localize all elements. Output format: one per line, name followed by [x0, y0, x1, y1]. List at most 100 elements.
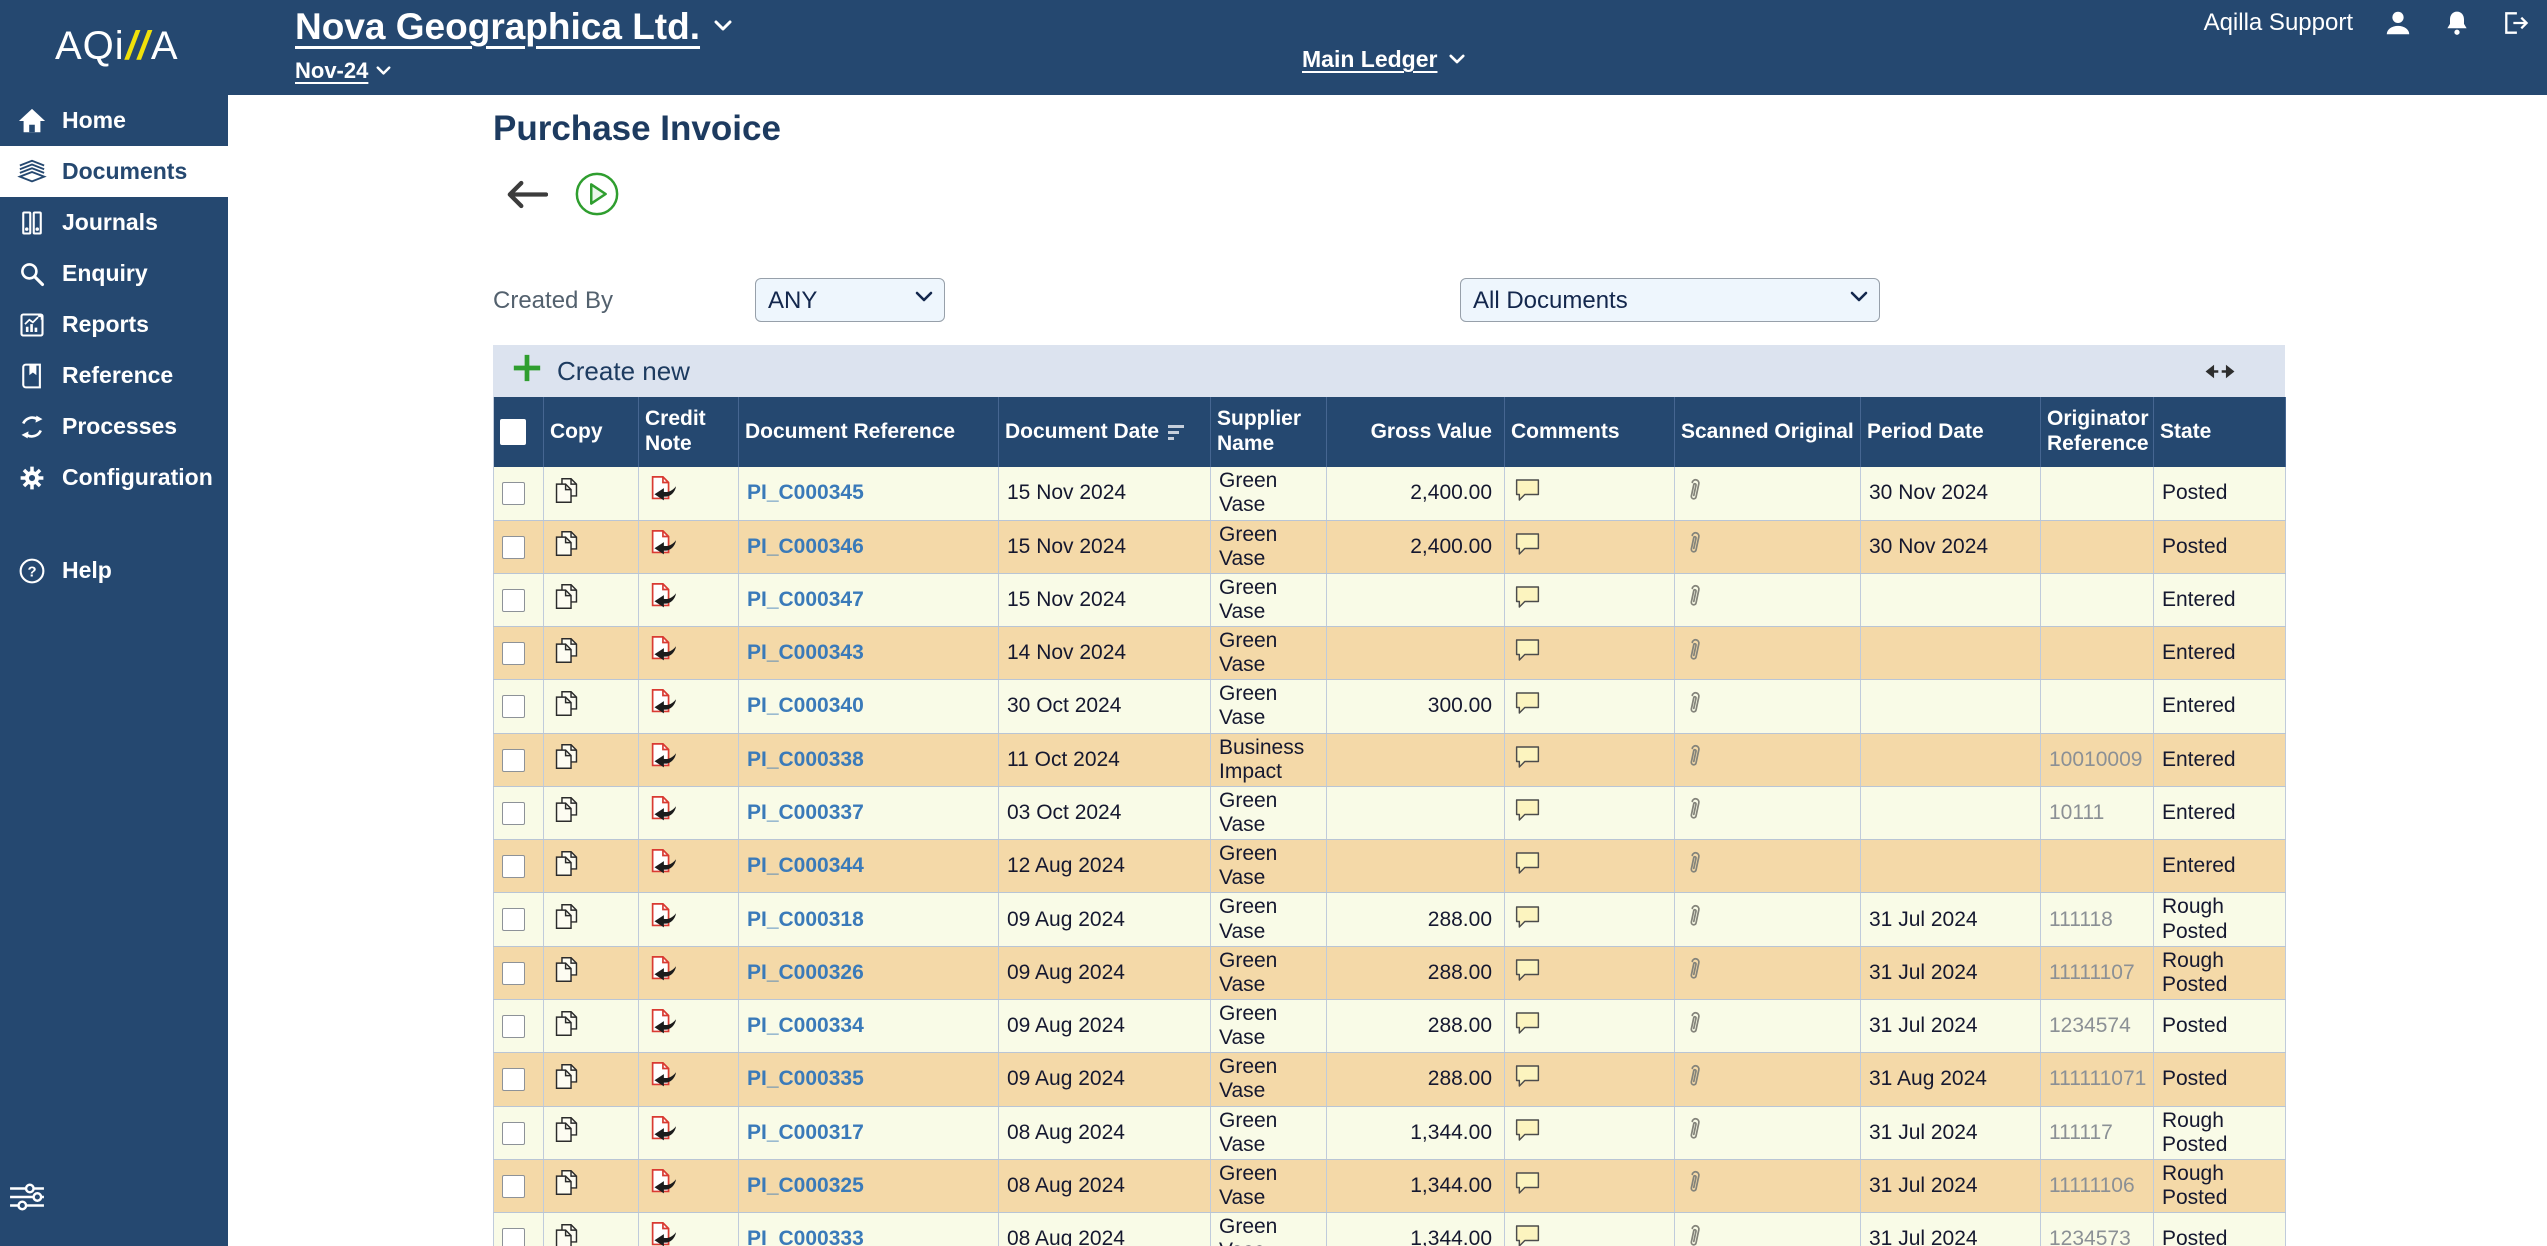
paperclip-icon[interactable] — [1683, 476, 1704, 505]
period-selector[interactable]: Nov-24 — [295, 58, 368, 84]
row-select-checkbox[interactable] — [502, 801, 525, 825]
header-credit-note[interactable]: Credit Note — [638, 397, 739, 467]
comments-icon[interactable] — [1513, 797, 1542, 823]
sidebar-item-help[interactable]: ? Help — [0, 545, 228, 596]
comments-icon[interactable] — [1513, 531, 1542, 557]
paperclip-icon[interactable] — [1683, 1009, 1704, 1038]
credit-note-icon[interactable] — [647, 1168, 677, 1198]
sidebar-item-reports[interactable]: Reports — [0, 299, 228, 350]
paperclip-icon[interactable] — [1683, 1115, 1704, 1144]
comments-icon[interactable] — [1513, 850, 1542, 876]
credit-note-icon[interactable] — [647, 848, 677, 878]
paperclip-icon[interactable] — [1683, 582, 1704, 611]
document-reference-link[interactable]: PI_C000337 — [747, 801, 864, 824]
row-select-checkbox[interactable] — [502, 535, 525, 559]
header-supplier-name[interactable]: Supplier Name — [1210, 397, 1327, 467]
credit-note-icon[interactable] — [647, 795, 677, 825]
header-document-date[interactable]: Document Date — [998, 397, 1211, 467]
paperclip-icon[interactable] — [1683, 849, 1704, 878]
paperclip-icon[interactable] — [1683, 689, 1704, 718]
paperclip-icon[interactable] — [1683, 902, 1704, 931]
notifications-bell-icon[interactable] — [2443, 9, 2471, 37]
row-select-checkbox[interactable] — [502, 642, 525, 666]
paperclip-icon[interactable] — [1683, 529, 1704, 558]
comments-icon[interactable] — [1513, 477, 1542, 503]
copy-document-icon[interactable] — [552, 1062, 581, 1091]
credit-note-icon[interactable] — [647, 742, 677, 772]
ledger-selector[interactable]: Main Ledger — [1302, 46, 1437, 73]
comments-icon[interactable] — [1513, 690, 1542, 716]
header-state[interactable]: State — [2153, 397, 2286, 467]
row-select-checkbox[interactable] — [502, 1015, 525, 1039]
row-select-checkbox[interactable] — [502, 482, 525, 506]
document-reference-link[interactable]: PI_C000334 — [747, 1014, 864, 1037]
row-select-checkbox[interactable] — [502, 1228, 525, 1246]
row-select-checkbox[interactable] — [502, 1174, 525, 1198]
document-reference-link[interactable]: PI_C000335 — [747, 1067, 864, 1090]
credit-note-icon[interactable] — [647, 688, 677, 718]
company-selector[interactable]: Nova Geographica Ltd. — [295, 6, 700, 48]
credit-note-icon[interactable] — [647, 1008, 677, 1038]
copy-document-icon[interactable] — [552, 582, 581, 611]
header-scanned-original[interactable]: Scanned Original — [1674, 397, 1861, 467]
document-reference-link[interactable]: PI_C000326 — [747, 961, 864, 984]
row-select-checkbox[interactable] — [502, 855, 525, 879]
copy-document-icon[interactable] — [552, 849, 581, 878]
credit-note-icon[interactable] — [647, 529, 677, 559]
filter-sliders-icon[interactable] — [8, 1181, 46, 1218]
credit-note-icon[interactable] — [647, 902, 677, 932]
header-gross-value[interactable]: Gross Value — [1326, 397, 1505, 467]
comments-icon[interactable] — [1513, 904, 1542, 930]
comments-icon[interactable] — [1513, 1010, 1542, 1036]
user-icon[interactable] — [2383, 8, 2413, 38]
horizontal-resize-icon[interactable] — [2203, 362, 2237, 381]
created-by-select[interactable]: ANY — [755, 278, 945, 322]
row-select-checkbox[interactable] — [502, 588, 525, 612]
credit-note-icon[interactable] — [647, 955, 677, 985]
credit-note-icon[interactable] — [647, 475, 677, 505]
copy-document-icon[interactable] — [552, 1222, 581, 1246]
comments-icon[interactable] — [1513, 744, 1542, 770]
document-reference-link[interactable]: PI_C000346 — [747, 535, 864, 558]
copy-document-icon[interactable] — [552, 476, 581, 505]
row-select-checkbox[interactable] — [502, 1121, 525, 1145]
header-document-reference[interactable]: Document Reference — [738, 397, 999, 467]
header-copy[interactable]: Copy — [543, 397, 639, 467]
copy-document-icon[interactable] — [552, 636, 581, 665]
document-reference-link[interactable]: PI_C000345 — [747, 481, 864, 504]
comments-icon[interactable] — [1513, 637, 1542, 663]
row-select-checkbox[interactable] — [502, 1068, 525, 1092]
document-reference-link[interactable]: PI_C000343 — [747, 641, 864, 664]
paperclip-icon[interactable] — [1683, 1222, 1704, 1246]
create-new-button[interactable]: Create new — [505, 351, 696, 392]
document-reference-link[interactable]: PI_C000317 — [747, 1121, 864, 1144]
document-reference-link[interactable]: PI_C000338 — [747, 748, 864, 771]
sidebar-item-reference[interactable]: Reference — [0, 350, 228, 401]
select-all-checkbox[interactable] — [500, 419, 526, 445]
comments-icon[interactable] — [1513, 584, 1542, 610]
header-comments[interactable]: Comments — [1504, 397, 1675, 467]
copy-document-icon[interactable] — [552, 902, 581, 931]
paperclip-icon[interactable] — [1683, 955, 1704, 984]
document-filter-select[interactable]: All Documents — [1460, 278, 1880, 322]
sidebar-item-processes[interactable]: Processes — [0, 401, 228, 452]
paperclip-icon[interactable] — [1683, 1062, 1704, 1091]
copy-document-icon[interactable] — [552, 1115, 581, 1144]
document-reference-link[interactable]: PI_C000347 — [747, 588, 864, 611]
paperclip-icon[interactable] — [1683, 795, 1704, 824]
comments-icon[interactable] — [1513, 1063, 1542, 1089]
back-button[interactable] — [506, 180, 549, 212]
comments-icon[interactable] — [1513, 1117, 1542, 1143]
sidebar-item-journals[interactable]: Journals — [0, 197, 228, 248]
sidebar-item-home[interactable]: Home — [0, 95, 228, 146]
copy-document-icon[interactable] — [552, 795, 581, 824]
document-reference-link[interactable]: PI_C000344 — [747, 854, 864, 877]
header-originator-reference[interactable]: Originator Reference — [2040, 397, 2154, 467]
document-reference-link[interactable]: PI_C000340 — [747, 694, 864, 717]
paperclip-icon[interactable] — [1683, 742, 1704, 771]
copy-document-icon[interactable] — [552, 1009, 581, 1038]
sidebar-item-enquiry[interactable]: Enquiry — [0, 248, 228, 299]
row-select-checkbox[interactable] — [502, 961, 525, 985]
row-select-checkbox[interactable] — [502, 908, 525, 932]
copy-document-icon[interactable] — [552, 955, 581, 984]
